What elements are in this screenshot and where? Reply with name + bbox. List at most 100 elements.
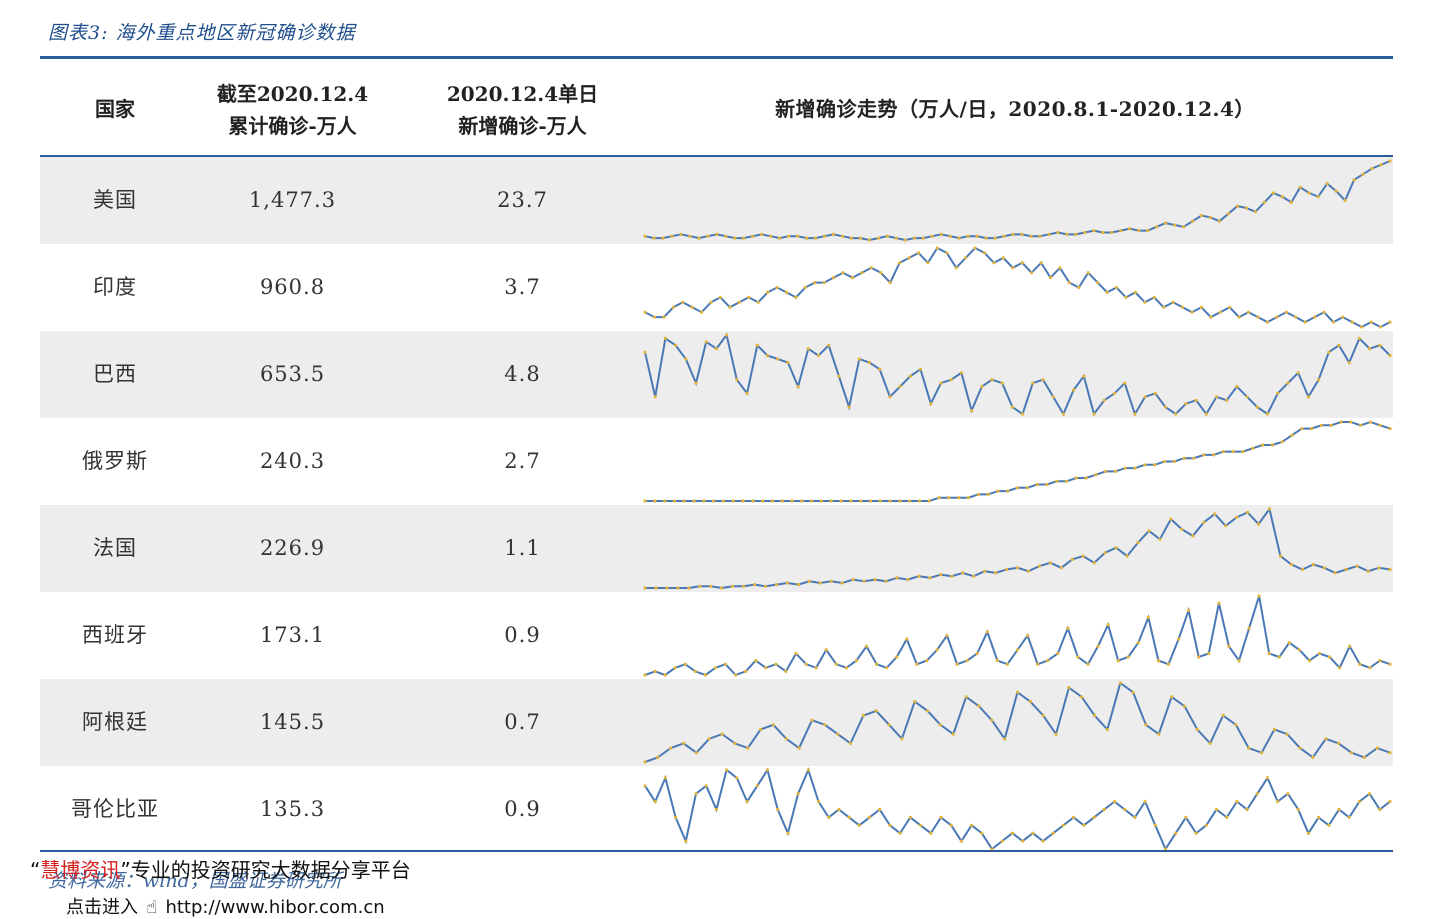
trend-point [1195, 727, 1199, 732]
trend-point [1173, 223, 1177, 227]
table-row: 哥伦比亚 135.3 0.9 [40, 766, 1393, 853]
trend-point [836, 732, 840, 736]
trend-point [1025, 486, 1029, 490]
trend-point [745, 391, 749, 395]
trend-point [731, 499, 735, 503]
trend-point [673, 666, 677, 670]
bottom-rule [40, 850, 1393, 852]
watermark-open-quote: “ [30, 858, 41, 882]
trend-point [672, 499, 676, 503]
trend-point [1388, 427, 1392, 431]
daily-cell: 0.9 [504, 623, 541, 647]
trend-point [1275, 315, 1279, 319]
trend-point [1359, 423, 1363, 427]
trend-point [715, 232, 719, 236]
trend-point [1289, 200, 1293, 204]
cumulative-cell: 145.5 [259, 710, 326, 734]
trend-point [1058, 266, 1062, 270]
trend-point [663, 499, 667, 503]
watermark-brand[interactable]: 慧博资讯 [40, 858, 120, 882]
trend-point [1265, 776, 1270, 780]
trend-point [1344, 567, 1348, 572]
trend-point [700, 310, 704, 314]
trend-point [1370, 166, 1374, 171]
trend-point [714, 807, 718, 812]
trend-point [692, 499, 696, 503]
trend-point [837, 374, 841, 378]
trend-point [847, 405, 851, 409]
trend-point [1180, 527, 1184, 531]
trend-point [1357, 336, 1361, 340]
trend-point [745, 800, 749, 804]
trend-point [769, 234, 773, 238]
country-cell: 俄罗斯 [82, 449, 148, 473]
trend-point [1388, 159, 1392, 163]
trend-point [725, 768, 729, 772]
trend-point [1171, 300, 1175, 304]
trend-point [1067, 281, 1071, 285]
trend-point [1276, 800, 1280, 804]
trend-line [645, 506, 1391, 590]
trend-point [1153, 823, 1157, 827]
trend-point [829, 499, 833, 503]
trend-point [878, 499, 882, 503]
trend-point [851, 578, 855, 582]
trend-point [704, 340, 708, 344]
trend-point [1137, 229, 1141, 233]
trend-point [707, 737, 711, 741]
trend-point [984, 236, 988, 240]
trend-point [755, 343, 759, 347]
trend-point [1086, 662, 1090, 666]
trend-point [1331, 320, 1335, 324]
trend-line [644, 595, 1391, 677]
link-line: 点击进入 ☝ http://www.hibor.com.cn [66, 893, 385, 919]
trend-point [1253, 210, 1257, 214]
trend-point [1133, 466, 1137, 470]
trend-point [1328, 655, 1332, 659]
trend-point [643, 784, 647, 788]
trend-point [1214, 395, 1219, 399]
trend-point [1003, 737, 1007, 741]
trend-point [983, 569, 987, 573]
trend-point [765, 768, 770, 772]
trend-point [712, 499, 716, 503]
trend-point [1083, 230, 1087, 235]
trend-point [1255, 405, 1259, 409]
trend-point [1224, 524, 1228, 528]
watermark-text: 专业的投资研究大数据分享平台 [130, 858, 411, 882]
trend-point [1119, 229, 1123, 233]
trend-point [917, 499, 922, 503]
trend-point [827, 343, 831, 347]
trend-point [964, 256, 968, 260]
trend-point [776, 807, 780, 812]
trend-point [1126, 655, 1130, 659]
trend-point [1059, 566, 1063, 570]
header-daily-line1: 2020.12.4单日 [446, 82, 599, 106]
trend-point [796, 792, 800, 796]
trend-point [1218, 310, 1222, 314]
trend-point [1208, 741, 1212, 745]
link-url[interactable]: http://www.hibor.com.cn [165, 897, 384, 918]
cumulative-cell: 653.5 [259, 362, 326, 386]
trend-point [1257, 594, 1261, 598]
trend-point [839, 499, 843, 503]
trend-point [1366, 569, 1370, 573]
daily-cell: 1.1 [504, 536, 541, 560]
trend-point [741, 499, 745, 503]
trend-point [898, 384, 902, 389]
trend-point [1241, 450, 1245, 454]
trend-point [1144, 723, 1148, 727]
trend-point [1006, 489, 1010, 493]
trend-point [1010, 831, 1014, 835]
trend-point [803, 285, 807, 290]
trend-point [1262, 200, 1266, 204]
trend-point [794, 651, 798, 656]
trend-point [965, 659, 969, 663]
trend-point [1177, 637, 1181, 641]
trend-point [945, 633, 949, 638]
trend-point [1156, 659, 1160, 663]
trend-point [725, 333, 729, 337]
trend-point [1021, 839, 1025, 843]
trend-point [1307, 191, 1311, 195]
trend-point [993, 236, 997, 240]
